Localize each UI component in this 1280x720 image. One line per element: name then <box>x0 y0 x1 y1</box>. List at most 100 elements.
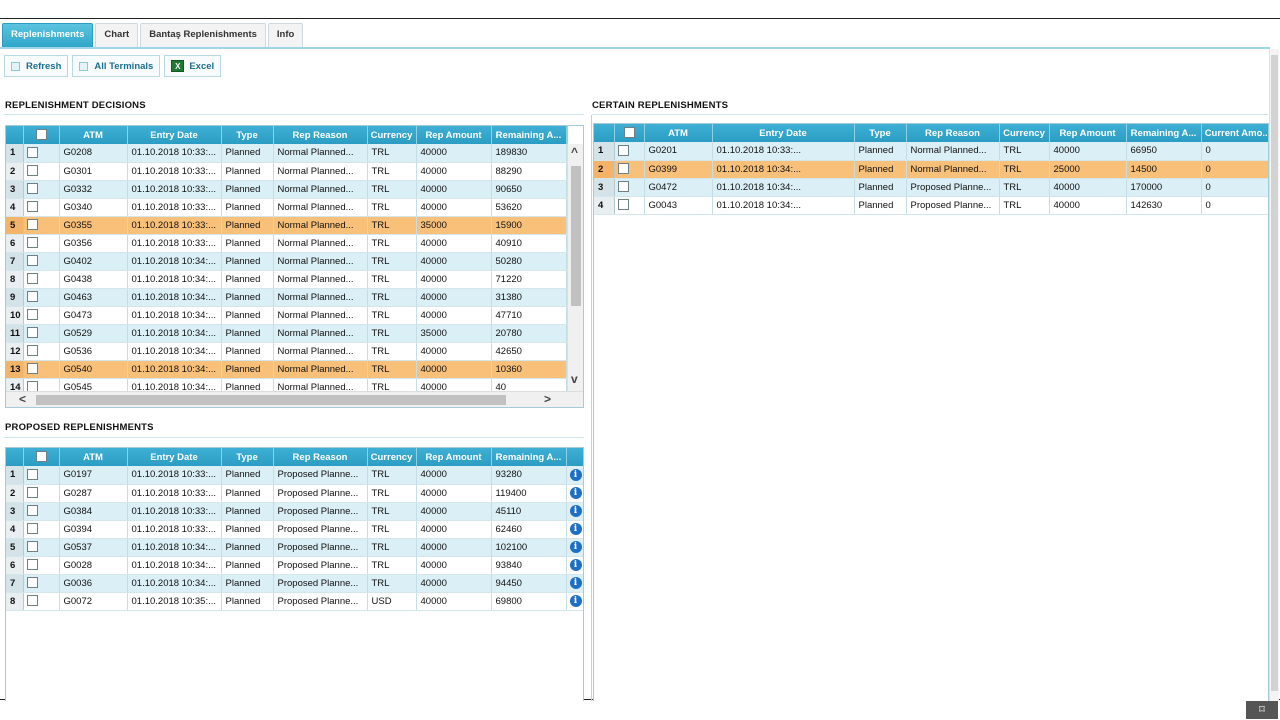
table-row[interactable]: 10 G0473 01.10.2018 10:34:... Planned Normal… <box>6 306 568 325</box>
row-checkbox[interactable] <box>26 291 38 303</box>
row-checkbox[interactable] <box>26 505 38 517</box>
row-checkbox[interactable] <box>26 559 38 571</box>
column-header[interactable]: Type <box>221 126 274 144</box>
column-header[interactable]: Remaining A... <box>491 126 567 144</box>
page-vscroll-thumb[interactable] <box>1271 55 1278 691</box>
info-cell[interactable]: i <box>566 484 583 503</box>
table-row[interactable]: 3 G0332 01.10.2018 10:33:... Planned Normal … <box>6 180 568 199</box>
row-select-cell[interactable] <box>23 502 60 521</box>
row-select-cell[interactable] <box>23 180 60 199</box>
info-icon[interactable]: i <box>569 541 582 553</box>
column-header[interactable]: Currency <box>367 448 417 466</box>
select-all-checkbox[interactable] <box>623 127 635 139</box>
row-checkbox[interactable] <box>26 523 38 535</box>
column-header[interactable]: ATM <box>59 126 128 144</box>
table-row[interactable]: 11 G0529 01.10.2018 10:34:... Planned Normal… <box>6 324 568 343</box>
column-header[interactable]: Type <box>854 124 907 142</box>
column-header[interactable]: Entry Date <box>712 124 855 142</box>
column-header[interactable]: ATM <box>644 124 713 142</box>
scroll-down-icon[interactable]: v <box>571 372 578 386</box>
column-header[interactable]: Remaining A... <box>1126 124 1202 142</box>
column-header[interactable]: Currency <box>999 124 1050 142</box>
row-checkbox[interactable] <box>26 255 38 267</box>
row-select-cell[interactable] <box>23 556 60 575</box>
select-all-header[interactable] <box>23 126 60 144</box>
row-checkbox[interactable] <box>26 577 38 589</box>
table-row[interactable]: 3 G0384 01.10.2018 10:33:... Planned Propose… <box>6 502 583 521</box>
table-row[interactable]: 6 G0028 01.10.2018 10:34:... Planned Propose… <box>6 556 583 575</box>
row-checkbox[interactable] <box>26 147 38 159</box>
row-checkbox[interactable] <box>26 165 38 177</box>
row-select-cell[interactable] <box>23 574 60 593</box>
scroll-right-icon[interactable]: > <box>544 392 551 406</box>
refresh-button[interactable]: Refresh <box>4 55 69 77</box>
info-cell[interactable]: i <box>566 592 583 611</box>
info-cell[interactable]: i <box>566 520 583 539</box>
decisions-vscrollbar[interactable]: ^ v <box>567 144 583 391</box>
row-checkbox[interactable] <box>617 199 629 211</box>
column-header[interactable]: Currency <box>367 126 417 144</box>
select-all-header[interactable] <box>614 124 645 142</box>
row-select-cell[interactable] <box>23 216 60 235</box>
tab-chart[interactable]: Chart <box>95 23 139 47</box>
row-checkbox[interactable] <box>26 219 38 231</box>
info-cell[interactable]: i <box>566 502 583 521</box>
table-row[interactable]: 8 G0072 01.10.2018 10:35:... Planned Propose… <box>6 592 583 611</box>
tab-bantas-replenishments[interactable]: Bantaş Replenishments <box>140 23 266 47</box>
info-icon[interactable]: i <box>569 487 582 499</box>
row-select-cell[interactable] <box>23 162 60 181</box>
column-header[interactable]: Type <box>221 448 274 466</box>
table-row[interactable]: 3 G0472 01.10.2018 10:34:... Planned Propose… <box>594 178 1268 197</box>
table-row[interactable]: 2 G0301 01.10.2018 10:33:... Planned Normal … <box>6 162 568 181</box>
select-all-checkbox[interactable] <box>35 129 47 141</box>
info-icon[interactable]: i <box>569 468 582 481</box>
row-select-cell[interactable] <box>23 324 60 343</box>
row-select-cell[interactable] <box>23 144 60 163</box>
row-checkbox[interactable] <box>26 541 38 553</box>
row-select-cell[interactable] <box>614 142 645 161</box>
column-header[interactable]: Remaining A... <box>491 448 567 466</box>
row-select-cell[interactable] <box>23 306 60 325</box>
row-select-cell[interactable] <box>614 178 645 197</box>
row-checkbox[interactable] <box>26 183 38 195</box>
info-cell[interactable]: i <box>566 538 583 557</box>
table-row[interactable]: 2 G0287 01.10.2018 10:33:... Planned Propose… <box>6 484 583 503</box>
table-row[interactable]: 9 G0463 01.10.2018 10:34:... Planned Normal … <box>6 288 568 307</box>
column-header[interactable]: Rep Reason <box>273 126 368 144</box>
info-icon[interactable]: i <box>569 577 582 589</box>
select-all-header[interactable] <box>23 448 60 466</box>
table-row[interactable]: 13 G0540 01.10.2018 10:34:... Planned Normal… <box>6 360 568 379</box>
column-header[interactable]: Rep Reason <box>273 448 368 466</box>
row-checkbox[interactable] <box>26 363 38 375</box>
row-select-cell[interactable] <box>23 342 60 361</box>
info-icon[interactable]: i <box>569 523 582 535</box>
info-cell[interactable]: i <box>566 556 583 575</box>
table-row[interactable]: 6 G0356 01.10.2018 10:33:... Planned Normal … <box>6 234 568 253</box>
maximize-icon[interactable]: ⌑ <box>1246 701 1278 719</box>
column-header[interactable]: Entry Date <box>127 448 222 466</box>
tab-info[interactable]: Info <box>267 23 304 47</box>
row-select-cell[interactable] <box>23 288 60 307</box>
row-checkbox[interactable] <box>26 345 38 357</box>
row-select-cell[interactable] <box>23 520 60 539</box>
decisions-vscroll-thumb[interactable] <box>571 166 581 306</box>
row-checkbox[interactable] <box>617 145 629 157</box>
row-select-cell[interactable] <box>23 252 60 271</box>
table-row[interactable]: 2 G0399 01.10.2018 10:34:... Planned Normal … <box>594 160 1268 179</box>
row-checkbox[interactable] <box>26 309 38 321</box>
info-icon[interactable]: i <box>569 505 582 517</box>
scroll-left-icon[interactable]: < <box>19 392 26 406</box>
table-row[interactable]: 1 G0197 01.10.2018 10:33:... Planned Propose… <box>6 466 583 485</box>
info-icon[interactable]: i <box>569 595 582 607</box>
decisions-hscroll-thumb[interactable] <box>36 395 506 405</box>
row-select-cell[interactable] <box>614 196 645 215</box>
scroll-up-icon[interactable]: ^ <box>571 145 578 159</box>
table-row[interactable]: 7 G0402 01.10.2018 10:34:... Planned Normal … <box>6 252 568 271</box>
column-header[interactable]: Rep Amount <box>416 126 492 144</box>
column-header[interactable]: Current Amo... <box>1201 124 1268 142</box>
row-select-cell[interactable] <box>614 160 645 179</box>
table-row[interactable]: 4 G0394 01.10.2018 10:33:... Planned Propose… <box>6 520 583 539</box>
column-header[interactable]: Entry Date <box>127 126 222 144</box>
row-select-cell[interactable] <box>23 198 60 217</box>
select-all-checkbox[interactable] <box>35 451 47 463</box>
